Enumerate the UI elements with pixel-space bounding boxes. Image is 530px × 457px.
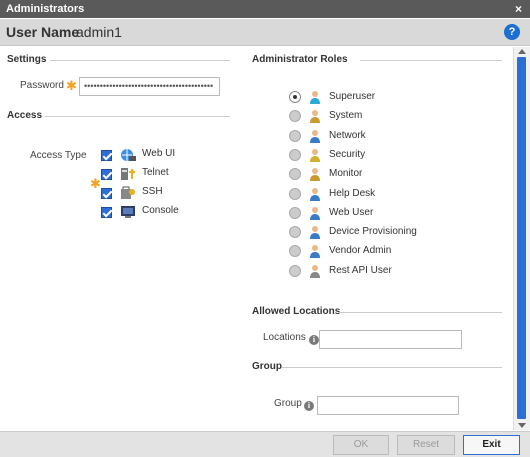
access-type-label: Access Type: [30, 150, 87, 161]
ssh-checkbox[interactable]: [101, 188, 112, 199]
locations-info-icon: i: [309, 335, 319, 345]
role-label-security: Security: [329, 148, 366, 160]
scroll-thumb[interactable]: [517, 57, 526, 419]
user-name-label: User Name: [6, 24, 80, 40]
system-user-icon: [310, 110, 320, 124]
telnet-label: Telnet: [142, 167, 169, 178]
monitor-user-icon: [310, 168, 320, 182]
settings-section-title: Settings: [7, 54, 47, 65]
group-info-icon: i: [304, 401, 314, 411]
web-user-user-icon: [310, 206, 320, 220]
role-radio-superuser[interactable]: [289, 91, 301, 103]
group-label: Group: [274, 398, 302, 409]
group-input[interactable]: [317, 396, 459, 415]
roles-divider: [360, 60, 502, 61]
role-label-web-user: Web User: [329, 206, 374, 218]
ssh-icon: [121, 186, 135, 199]
locations-divider: [338, 312, 502, 313]
role-radio-device-provisioning[interactable]: [289, 226, 301, 239]
role-label-device-provisioning: Device Provisioning: [329, 226, 417, 238]
access-section-title: Access: [7, 110, 43, 121]
role-radio-system[interactable]: [289, 110, 301, 123]
required-star-icon: ✱: [66, 78, 77, 93]
scroll-up-icon[interactable]: [518, 49, 526, 54]
telnet-checkbox[interactable]: [101, 169, 112, 180]
password-label: Password: [20, 80, 64, 91]
device-provisioning-user-icon: [310, 226, 320, 240]
help-icon[interactable]: ?: [504, 24, 520, 40]
role-label-help-desk: Help Desk: [329, 187, 376, 199]
user-name-value: admin1: [76, 24, 122, 40]
telnet-icon: [121, 168, 135, 180]
console-label: Console: [142, 205, 179, 216]
window-title: Administrators: [6, 3, 85, 15]
reset-button[interactable]: Reset: [397, 435, 455, 455]
console-icon: [121, 206, 135, 218]
web-ui-icon: [121, 149, 136, 161]
required-star-icon: ✱: [90, 176, 101, 191]
close-icon[interactable]: ×: [515, 0, 522, 18]
scroll-down-icon[interactable]: [518, 423, 526, 428]
role-label-rest-api-user: Rest API User: [329, 264, 392, 276]
role-radio-network[interactable]: [289, 129, 301, 142]
role-label-monitor: Monitor: [329, 168, 363, 180]
role-radio-help-desk[interactable]: [289, 187, 301, 200]
role-radio-monitor[interactable]: [289, 168, 301, 181]
help-desk-user-icon: [310, 187, 320, 201]
password-field[interactable]: ••••••••••••••••••••••••••••••••••••••••…: [79, 77, 220, 96]
group-divider: [282, 367, 502, 368]
vendor-admin-user-icon: [310, 245, 320, 259]
superuser-user-icon: [310, 91, 320, 104]
network-user-icon: [310, 129, 320, 143]
security-user-icon: [310, 148, 320, 162]
access-divider: [45, 116, 230, 117]
locations-label: Locations: [263, 332, 306, 343]
dialog-footer: OK Reset Exit: [0, 431, 530, 457]
admin-roles-section-title: Administrator Roles: [252, 54, 348, 65]
role-label-superuser: Superuser: [329, 91, 376, 102]
group-section-title: Group: [252, 361, 282, 372]
console-checkbox[interactable]: [101, 207, 112, 218]
role-radio-security[interactable]: [289, 148, 301, 161]
ssh-label: SSH: [142, 186, 163, 197]
role-label-system: System: [329, 110, 363, 122]
role-label-network: Network: [329, 129, 366, 141]
locations-input[interactable]: [319, 330, 462, 349]
form-content: Settings Password ✱ ••••••••••••••••••••…: [0, 47, 512, 430]
role-radio-web-user[interactable]: [289, 206, 301, 219]
role-label-vendor-admin: Vendor Admin: [329, 245, 392, 257]
settings-divider: [50, 60, 230, 61]
allowed-locations-section-title: Allowed Locations: [252, 306, 341, 317]
ok-button[interactable]: OK: [333, 435, 389, 455]
role-radio-rest-api-user[interactable]: [289, 264, 301, 277]
role-radio-vendor-admin[interactable]: [289, 245, 301, 258]
rest-api-user-user-icon: [310, 264, 320, 278]
web-ui-label: Web UI: [142, 148, 176, 159]
user-name-bar: User Name admin1 ?: [0, 19, 530, 46]
window-titlebar: Administrators ×: [0, 0, 530, 18]
exit-button[interactable]: Exit: [463, 435, 520, 455]
web-ui-checkbox[interactable]: [101, 150, 112, 161]
vertical-scrollbar[interactable]: [513, 47, 530, 430]
